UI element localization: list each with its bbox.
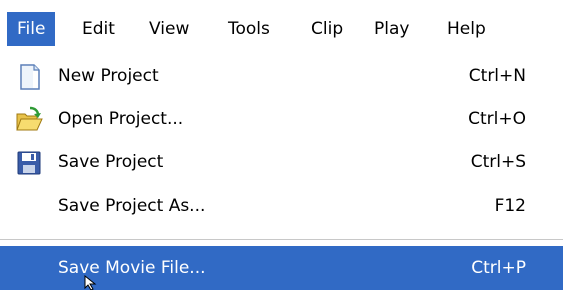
menu-item-label: Open Project...: [58, 109, 184, 129]
menu-item-save-project[interactable]: Save Project Ctrl+S: [0, 140, 563, 184]
menu-item-shortcut: Ctrl+O: [468, 109, 526, 129]
menu-item-shortcut: Ctrl+P: [471, 258, 526, 278]
menu-item-label: New Project: [58, 66, 159, 86]
new-document-icon: [15, 63, 43, 91]
menu-bar: File Edit View Tools Clip Play Help: [0, 0, 563, 48]
menu-clip[interactable]: Clip: [311, 13, 343, 45]
menu-tools[interactable]: Tools: [228, 13, 270, 45]
menu-item-label: Save Project As...: [58, 196, 206, 216]
menu-play[interactable]: Play: [374, 13, 409, 45]
menu-item-new-project[interactable]: New Project Ctrl+N: [0, 54, 563, 98]
menu-file[interactable]: File: [7, 12, 56, 46]
menu-separator: [0, 239, 563, 241]
menu-help[interactable]: Help: [447, 13, 486, 45]
menu-item-open-project[interactable]: Open Project... Ctrl+O: [0, 97, 563, 141]
file-menu-dropdown: New Project Ctrl+N Open Project... Ctrl+…: [0, 48, 563, 290]
menu-item-label: Save Movie File...: [58, 258, 206, 278]
menu-edit[interactable]: Edit: [82, 13, 115, 45]
open-folder-icon: [15, 106, 43, 134]
floppy-disk-icon: [15, 149, 43, 177]
menu-item-label: Save Project: [58, 152, 164, 172]
menu-item-shortcut: Ctrl+N: [468, 66, 526, 86]
menu-item-shortcut: F12: [494, 196, 526, 216]
mouse-pointer-icon: [84, 275, 97, 290]
menu-item-save-project-as[interactable]: Save Project As... F12: [0, 184, 563, 228]
menu-view[interactable]: View: [149, 13, 189, 45]
menu-item-shortcut: Ctrl+S: [470, 152, 526, 172]
movie-maker-window: File Edit View Tools Clip Play Help New …: [0, 0, 563, 290]
